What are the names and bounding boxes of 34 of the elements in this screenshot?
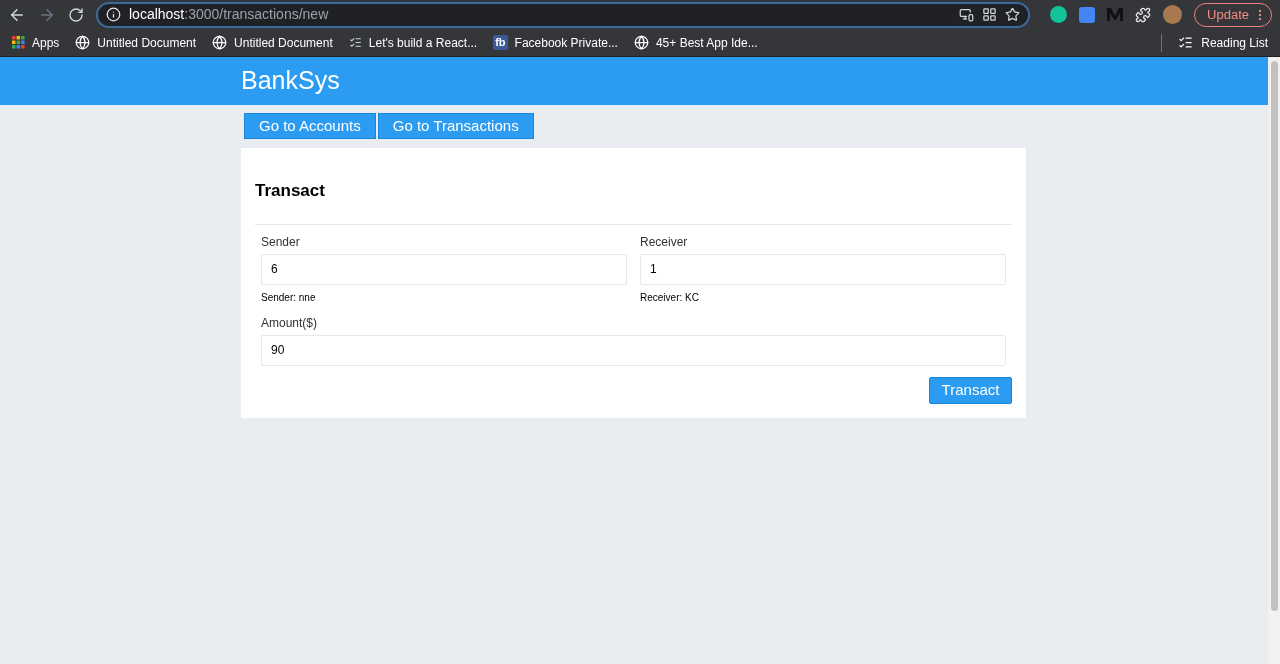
bookmark-item[interactable]: Untitled Document	[75, 33, 197, 52]
field-label: Receiver	[640, 233, 689, 251]
field-label: Amount($)	[261, 314, 319, 332]
reading-list-button[interactable]: Reading List	[1178, 33, 1268, 52]
input-field[interactable]: 1	[640, 253, 1006, 285]
field-label: Sender	[261, 233, 301, 251]
bookmark-item[interactable]: fb Facebook Private...	[493, 33, 618, 52]
star-icon[interactable]	[1005, 7, 1021, 22]
form-title: Transact	[255, 180, 326, 202]
input-field[interactable]: 6	[261, 253, 627, 285]
fb-logo-icon: fb	[493, 35, 508, 50]
bookmark-item[interactable]: Untitled Document	[212, 33, 333, 52]
bookmark-item[interactable]: Let's build a React...	[348, 33, 478, 52]
reload-icon[interactable]	[68, 6, 84, 23]
address-bar[interactable]: localhost:3000/transactions/new	[96, 1, 1031, 28]
bookmark-item[interactable]: Apps	[12, 33, 60, 52]
devices-icon[interactable]	[959, 7, 975, 22]
info-icon	[106, 7, 121, 22]
puzzle-icon[interactable]	[1135, 6, 1152, 23]
app-title: BankSys	[241, 66, 340, 95]
field-hint: Receiver: KC	[640, 290, 700, 305]
scrollbar[interactable]	[1268, 57, 1280, 664]
bookmark-item[interactable]: 45+ Best App Ide...	[633, 33, 758, 52]
input-field[interactable]: 90	[261, 334, 1006, 366]
globe-icon	[212, 35, 228, 50]
apps-grid-icon	[12, 36, 25, 49]
field-hint: Sender: nne	[261, 290, 317, 305]
list-icon	[348, 36, 362, 49]
globe-icon	[75, 35, 91, 50]
grid-icon[interactable]	[982, 7, 998, 22]
url-text: localhost:3000/transactions/new	[129, 5, 329, 24]
list-icon	[1178, 35, 1194, 50]
globe-icon	[633, 35, 649, 50]
avatar-icon[interactable]	[1163, 5, 1183, 24]
